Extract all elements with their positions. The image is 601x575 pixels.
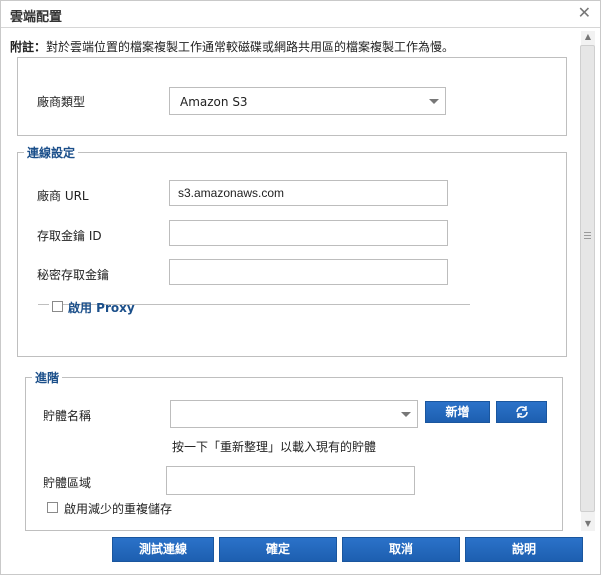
grip-line	[584, 238, 591, 239]
refresh-icon	[516, 406, 528, 418]
help-button[interactable]: 說明	[465, 537, 583, 562]
grip-line	[584, 235, 591, 236]
chevron-down-icon	[429, 99, 439, 104]
region-field[interactable]	[166, 466, 415, 495]
refresh-button[interactable]	[496, 401, 547, 423]
add-bucket-button[interactable]: 新增	[425, 401, 490, 423]
proxy-group: 啟用 Proxy	[49, 298, 135, 315]
access-key-field[interactable]	[169, 220, 448, 246]
secret-key-label: 秘密存取金鑰	[37, 268, 110, 282]
access-key-label: 存取金鑰 ID	[37, 229, 102, 243]
scrollbar-thumb[interactable]	[580, 45, 595, 512]
bucket-hint: 按一下「重新整理」以載入現有的貯體	[172, 440, 377, 454]
close-icon[interactable]: ✕	[578, 3, 591, 22]
note: 附註：對於雲端位置的檔案複製工作通常較磁碟或網路共用區的檔案複製工作為慢。	[10, 38, 454, 55]
proxy-checkbox[interactable]	[52, 301, 63, 312]
note-prefix: 附註：	[10, 40, 47, 54]
cloud-config-dialog: 雲端配置 ✕ 附註：對於雲端位置的檔案複製工作通常較磁碟或網路共用區的檔案複製工…	[0, 0, 601, 575]
scroll-up-icon[interactable]: ▲	[582, 32, 594, 42]
ok-button[interactable]: 確定	[219, 537, 337, 562]
region-label: 貯體區域	[43, 476, 92, 490]
dedup-checkbox[interactable]	[47, 502, 58, 513]
cancel-button[interactable]: 取消	[342, 537, 460, 562]
bucket-label: 貯體名稱	[43, 409, 92, 423]
url-field[interactable]	[169, 180, 448, 206]
title-bar: 雲端配置 ✕	[1, 1, 600, 28]
url-label: 廠商 URL	[37, 189, 89, 203]
secret-key-field[interactable]	[169, 259, 448, 285]
vendor-label: 廠商類型	[37, 95, 86, 109]
connection-legend: 連線設定	[27, 146, 76, 160]
grip-line	[584, 232, 591, 233]
scroll-down-icon[interactable]: ▼	[582, 519, 594, 529]
chevron-down-icon	[401, 412, 411, 417]
note-text: 對於雲端位置的檔案複製工作通常較磁碟或網路共用區的檔案複製工作為慢。	[46, 40, 455, 54]
test-connection-button[interactable]: 測試連線	[112, 537, 214, 562]
advanced-legend: 進階	[35, 371, 60, 385]
proxy-label: 啟用 Proxy	[68, 301, 135, 315]
connection-section: 連線設定	[17, 144, 567, 357]
vendor-selected: Amazon S3	[180, 95, 248, 109]
dialog-title: 雲端配置	[10, 10, 63, 25]
vendor-select[interactable]: Amazon S3	[169, 87, 446, 115]
dedup-label: 啟用減少的重複儲存	[64, 502, 173, 516]
bucket-select[interactable]	[170, 400, 418, 428]
